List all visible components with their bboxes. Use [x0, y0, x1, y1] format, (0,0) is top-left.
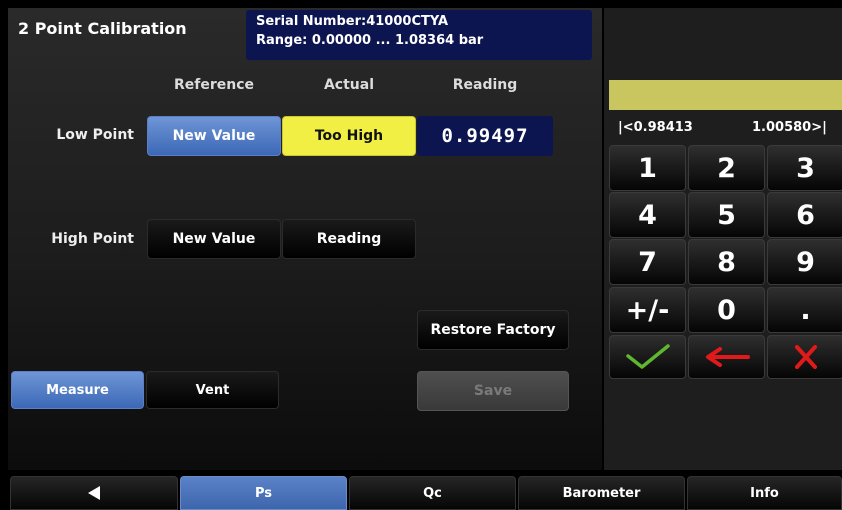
- nav-back-button[interactable]: [10, 476, 178, 510]
- range-info: Range: 0.00000 ... 1.08364 bar: [256, 33, 484, 48]
- serial-number: Serial Number:41000CTYA: [256, 14, 449, 29]
- entry-display[interactable]: [609, 80, 842, 110]
- tab-qc[interactable]: Qc: [349, 476, 516, 510]
- backspace-key[interactable]: [688, 335, 765, 379]
- tab-info[interactable]: Info: [687, 476, 842, 510]
- key-0[interactable]: 0: [688, 287, 765, 333]
- key-5[interactable]: 5: [688, 192, 765, 238]
- key-9[interactable]: 9: [767, 239, 842, 285]
- high-point-new-value-button[interactable]: New Value: [147, 219, 281, 259]
- save-button[interactable]: Save: [417, 371, 569, 411]
- back-triangle-icon: [88, 486, 100, 500]
- high-point-label: High Point: [51, 231, 134, 247]
- key-plus-minus[interactable]: +/-: [609, 287, 686, 333]
- key-6[interactable]: 6: [767, 192, 842, 238]
- key-8[interactable]: 8: [688, 239, 765, 285]
- key-4[interactable]: 4: [609, 192, 686, 238]
- low-point-label: Low Point: [56, 127, 134, 143]
- key-7[interactable]: 7: [609, 239, 686, 285]
- restore-factory-button[interactable]: Restore Factory: [417, 310, 569, 350]
- key-1[interactable]: 1: [609, 145, 686, 191]
- range-min-label: |<0.98413: [618, 120, 693, 135]
- checkmark-icon: [625, 344, 670, 369]
- high-point-reading-button[interactable]: Reading: [282, 219, 416, 259]
- x-icon: [794, 345, 817, 369]
- column-header-reading: Reading: [452, 77, 518, 93]
- measure-button[interactable]: Measure: [11, 371, 144, 409]
- left-arrow-icon: [705, 347, 750, 367]
- column-header-reference: Reference: [173, 77, 255, 93]
- tab-barometer[interactable]: Barometer: [518, 476, 685, 510]
- vent-button[interactable]: Vent: [146, 371, 279, 409]
- key-3[interactable]: 3: [767, 145, 842, 191]
- key-decimal[interactable]: .: [767, 287, 842, 333]
- cancel-key[interactable]: [767, 335, 842, 379]
- tab-ps[interactable]: Ps: [180, 476, 347, 510]
- page-title: 2 Point Calibration: [18, 19, 187, 38]
- column-header-actual: Actual: [323, 77, 375, 93]
- range-max-label: 1.00580>|: [752, 120, 827, 135]
- low-point-reading-value: 0.99497: [417, 116, 553, 156]
- low-point-new-value-button[interactable]: New Value: [147, 116, 281, 156]
- enter-key[interactable]: [609, 335, 686, 379]
- key-2[interactable]: 2: [688, 145, 765, 191]
- low-point-actual-status[interactable]: Too High: [282, 116, 416, 156]
- device-info-box: Serial Number:41000CTYA Range: 0.00000 .…: [246, 10, 592, 60]
